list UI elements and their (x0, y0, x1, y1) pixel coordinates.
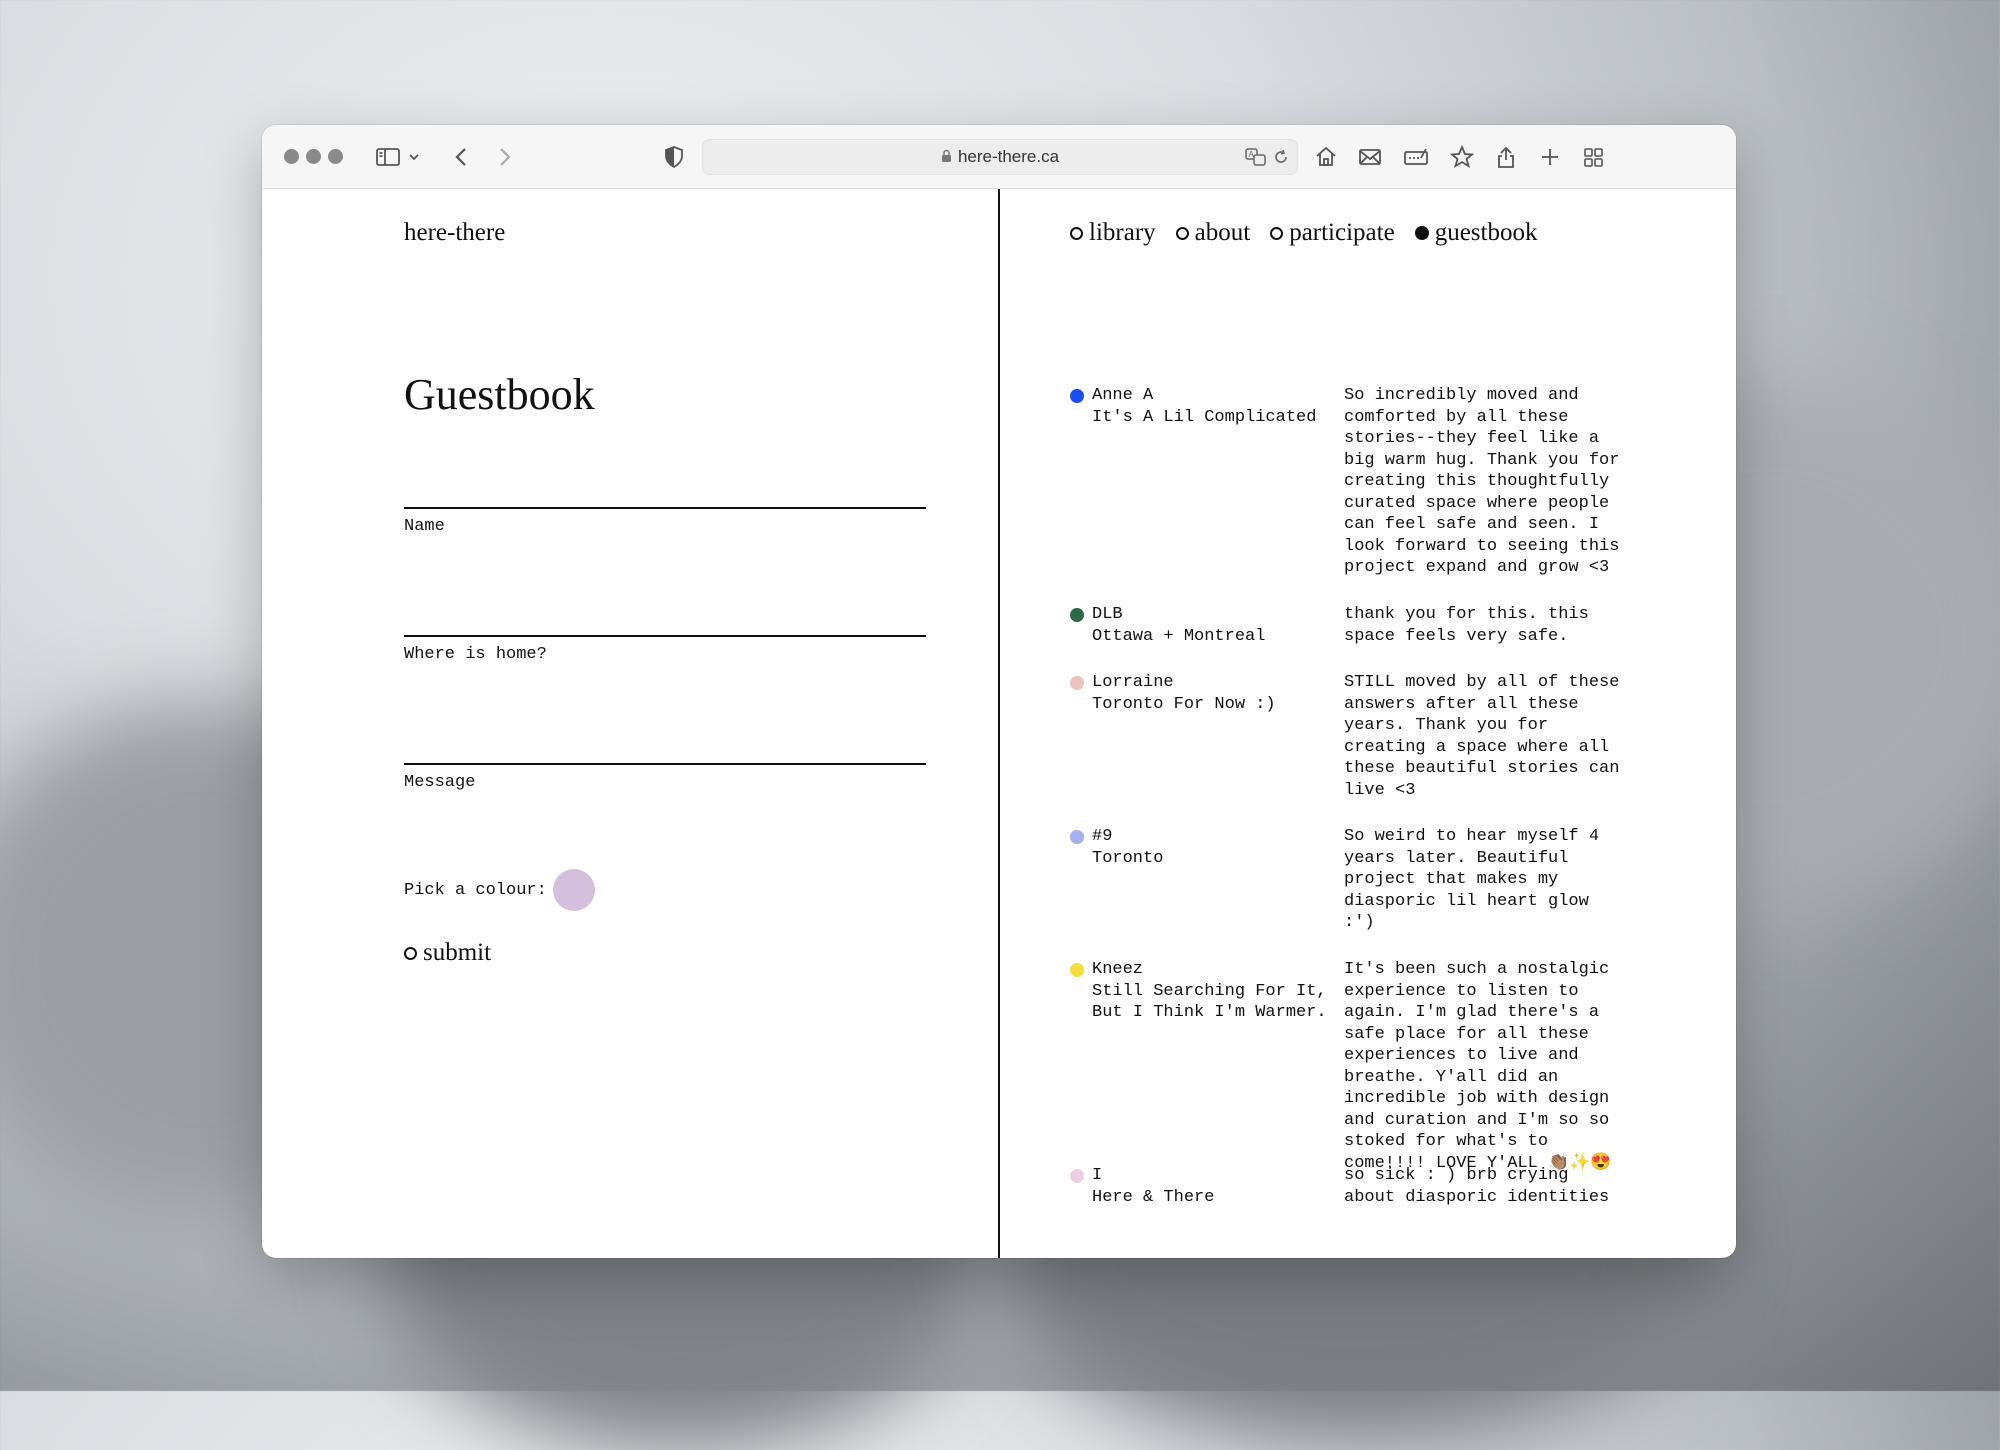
nav-item-label: guestbook (1434, 219, 1538, 246)
entry-message: thank you for this. this space feels ver… (1344, 605, 1589, 646)
colour-label: Pick a colour: (404, 880, 547, 900)
entry-colour-dot (1070, 963, 1084, 977)
page-content: here-there Guestbook Name Where is home?… (262, 189, 1736, 1258)
radio-circle-icon (404, 946, 417, 960)
entry-home: Here & There (1092, 1187, 1215, 1207)
nav-item-label: about (1194, 219, 1251, 246)
name-label: Name (404, 517, 445, 536)
entry-name: I (1092, 1166, 1103, 1185)
home-field[interactable]: Where is home? (404, 587, 930, 664)
markup-icon[interactable] (1402, 143, 1430, 171)
mail-icon[interactable] (1356, 143, 1384, 171)
submit-label: submit (423, 939, 492, 966)
home-icon[interactable] (1312, 143, 1340, 171)
name-field[interactable]: Name (404, 459, 930, 536)
entry-name: #9 (1092, 827, 1113, 846)
reload-icon[interactable] (1271, 147, 1291, 167)
entry-message: so sick : ) brb crying about diasporic i… (1344, 1166, 1610, 1207)
message-label: Message (404, 773, 476, 792)
entry-home: Toronto (1092, 848, 1164, 868)
minimize-window-button[interactable] (306, 149, 321, 164)
entry-message: It's been such a nostalgic experience to… (1344, 960, 1612, 1173)
privacy-shield-icon[interactable] (660, 143, 688, 171)
colour-picker-row: Pick a colour: (404, 869, 595, 911)
entry-name: Kneez (1092, 960, 1144, 979)
entry-author: Kneez Still Searching For It, But I Think… (1092, 959, 1332, 1024)
sidebar-toggle-icon[interactable] (374, 143, 402, 171)
forward-icon[interactable] (490, 143, 518, 171)
nav-item-label: library (1089, 219, 1156, 246)
translate-icon[interactable]: A (1245, 147, 1267, 167)
close-window-button[interactable] (284, 149, 299, 164)
entry-author: Lorraine Toronto For Now :) (1092, 672, 1332, 715)
entry-home: It's A Lil Complicated (1092, 407, 1317, 427)
entry-home: Toronto For Now :) (1092, 694, 1276, 714)
entry-colour-dot (1070, 830, 1084, 844)
name-input[interactable] (404, 485, 930, 517)
browser-window: here-there.ca A here-there Guestbook Nam… (262, 125, 1736, 1258)
site-logo[interactable]: here-there (404, 219, 505, 247)
panel-divider (998, 189, 1000, 1258)
radio-circle-icon (1070, 226, 1083, 240)
entry-name: DLB (1092, 605, 1123, 624)
entry-author: #9 Toronto (1092, 826, 1332, 869)
message-input[interactable] (404, 741, 930, 773)
new-tab-icon[interactable] (1536, 143, 1564, 171)
svg-text:A: A (1249, 150, 1255, 159)
entry-message: So incredibly moved and comforted by all… (1344, 386, 1620, 577)
url-text: here-there.ca (703, 147, 1297, 168)
entry-author: I Here & There (1092, 1165, 1332, 1208)
colour-swatch[interactable] (552, 869, 595, 911)
nav-item-label: participate (1289, 219, 1395, 246)
nav-item-participate[interactable]: participate (1270, 219, 1395, 247)
entry-message: STILL moved by all of these answers afte… (1344, 673, 1620, 800)
entry-message: So weird to hear myself 4 years later. B… (1344, 827, 1600, 932)
radio-circle-icon (1175, 226, 1189, 240)
nav-item-guestbook[interactable]: guestbook (1414, 219, 1538, 247)
entry-colour-dot (1070, 676, 1084, 690)
chevron-down-icon[interactable] (406, 143, 422, 171)
site-nav: library about participate guestbook (1070, 219, 1557, 247)
address-bar[interactable]: here-there.ca A (702, 139, 1298, 175)
page-title: Guestbook (404, 370, 595, 419)
back-icon[interactable] (448, 143, 476, 171)
url-value: here-there.ca (957, 147, 1060, 166)
maximize-window-button[interactable] (328, 149, 343, 164)
entry-name: Anne A (1092, 386, 1154, 405)
home-label: Where is home? (404, 645, 547, 664)
home-input[interactable] (404, 613, 930, 645)
entry-colour-dot (1070, 608, 1084, 622)
nav-item-about[interactable]: about (1175, 219, 1251, 247)
browser-toolbar: here-there.ca A (262, 125, 1736, 189)
entry-colour-dot (1070, 389, 1084, 403)
entry-home: Ottawa + Montreal (1092, 626, 1266, 646)
share-icon[interactable] (1492, 143, 1520, 171)
entry-home: Still Searching For It, But I Think I'm … (1092, 981, 1327, 1023)
entry-author: DLB Ottawa + Montreal (1092, 604, 1332, 647)
bookmark-star-icon[interactable] (1448, 143, 1476, 171)
radio-circle-icon (1270, 226, 1284, 240)
lock-icon (941, 148, 952, 168)
filled-circle-icon (1414, 226, 1429, 240)
entry-name: Lorraine (1092, 673, 1174, 692)
nav-item-library[interactable]: library (1070, 219, 1156, 247)
submit-button[interactable]: submit (404, 939, 491, 967)
entry-author: Anne A It's A Lil Complicated (1092, 385, 1332, 428)
message-field[interactable]: Message (404, 715, 930, 792)
tab-overview-icon[interactable] (1580, 143, 1608, 171)
entry-colour-dot (1070, 1169, 1084, 1183)
